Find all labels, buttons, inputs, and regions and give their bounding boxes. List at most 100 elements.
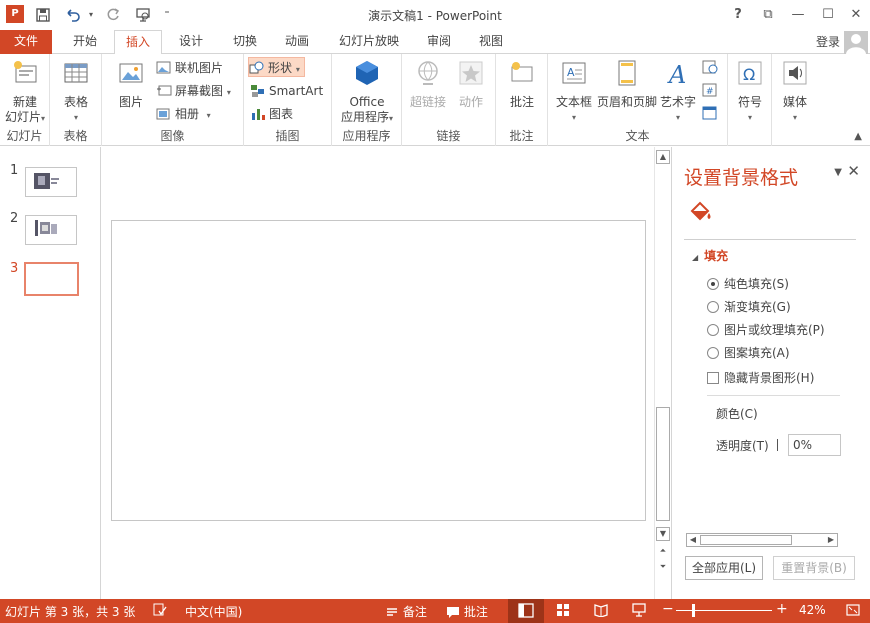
normal-view-icon <box>518 603 534 618</box>
scroll-right-button[interactable]: ▶ <box>825 534 837 546</box>
group-label-comments: 批注 <box>509 129 534 143</box>
collapse-ribbon-icon[interactable]: ▲ <box>854 131 862 142</box>
sign-in-link[interactable]: 登录 <box>816 33 840 50</box>
comment-button[interactable]: 批注 <box>502 58 542 110</box>
pattern-fill-radio[interactable]: 图案填充(A) <box>707 344 790 362</box>
language-status[interactable]: 中文(中国) <box>185 603 242 620</box>
wordart-button[interactable]: A 艺术字 ▾ <box>658 58 698 125</box>
reading-view-icon <box>594 604 608 618</box>
solid-fill-radio[interactable]: 纯色填充(S) <box>707 275 789 293</box>
minimize-button[interactable]: — <box>788 5 808 25</box>
online-picture-icon <box>156 61 171 74</box>
picture-fill-radio[interactable]: 图片或纹理填充(P) <box>707 321 825 339</box>
tab-insert[interactable]: 插入 <box>114 30 162 55</box>
table-icon <box>64 63 88 83</box>
zoom-in-button[interactable]: + <box>776 601 788 617</box>
screenshot-button[interactable]: 屏幕截图 ▾ <box>156 81 231 101</box>
fill-section-header[interactable]: ◢ 填充 <box>692 247 728 264</box>
group-apps: Office 应用程序▾ 应用程序 <box>332 54 402 146</box>
close-button[interactable]: ✕ <box>846 5 866 25</box>
transparency-input[interactable]: 0% <box>788 434 841 456</box>
radio <box>707 301 719 313</box>
maximize-button[interactable]: ☐ <box>818 5 838 25</box>
wordart-icon: A <box>667 61 686 89</box>
hyperlink-icon <box>418 61 438 85</box>
media-button[interactable]: 媒体 ▾ <box>776 58 814 125</box>
new-slide-button[interactable]: 新建 幻灯片▾ <box>2 58 48 126</box>
picture-icon <box>119 63 143 83</box>
hide-background-graphics-checkbox[interactable]: 隐藏背景图形(H) <box>707 369 814 387</box>
zoom-slider[interactable] <box>676 610 772 611</box>
reading-view-button[interactable] <box>594 603 608 618</box>
scrollbar-thumb[interactable] <box>656 407 670 521</box>
tab-slideshow[interactable]: 幻灯片放映 <box>332 30 406 54</box>
slide-thumbnail-2[interactable] <box>25 215 77 245</box>
slide-sorter-view-button[interactable] <box>556 603 570 617</box>
slide-canvas[interactable] <box>111 220 646 521</box>
textbox-icon: A <box>562 62 586 84</box>
chart-icon <box>252 109 265 120</box>
tab-view[interactable]: 视图 <box>468 30 514 54</box>
zoom-out-button[interactable]: − <box>662 601 674 617</box>
slideshow-view-button[interactable] <box>632 603 646 617</box>
tab-transitions[interactable]: 切换 <box>222 30 268 54</box>
tab-file[interactable]: 文件 <box>0 30 52 54</box>
scroll-up-button[interactable]: ▲ <box>656 150 670 164</box>
vertical-scrollbar[interactable]: ▲ ▼ ⏶ ⏷ <box>654 147 670 599</box>
next-slide-button[interactable]: ⏷ <box>656 561 670 575</box>
avatar[interactable] <box>844 31 868 54</box>
office-apps-icon <box>356 61 378 85</box>
slide-editing-area <box>102 147 654 599</box>
picture-button[interactable]: 图片 <box>114 58 148 110</box>
panel-options-dropdown-icon[interactable]: ▼ <box>834 167 842 178</box>
notes-button[interactable]: 备注 <box>385 603 427 620</box>
ribbon-display-options-button[interactable]: ⧉ <box>758 5 778 25</box>
previous-slide-button[interactable]: ⏶ <box>656 545 670 559</box>
slide-count-status[interactable]: 幻灯片 第 3 张，共 3 张 <box>5 603 135 620</box>
object-button[interactable] <box>702 103 721 123</box>
office-apps-button[interactable]: Office 应用程序▾ <box>336 58 398 126</box>
scrollbar-thumb[interactable] <box>700 535 792 545</box>
panel-close-icon[interactable]: ✕ <box>847 162 860 180</box>
normal-view-button[interactable] <box>508 599 544 623</box>
chart-button[interactable]: 图表 <box>250 104 293 124</box>
header-footer-button[interactable]: 页眉和页脚 <box>596 58 658 110</box>
smartart-button[interactable]: SmartArt <box>250 81 323 101</box>
online-picture-button[interactable]: 联机图片 <box>156 58 223 78</box>
tab-design[interactable]: 设计 <box>168 30 214 54</box>
reset-background-button[interactable]: 重置背景(B) <box>773 556 855 580</box>
shapes-button[interactable]: 形状 ▾ <box>248 57 305 77</box>
help-button[interactable]: ? <box>728 5 748 25</box>
symbol-button[interactable]: Ω 符号 ▾ <box>732 58 768 125</box>
zoom-slider-knob[interactable] <box>692 604 695 617</box>
slide-number-icon: # <box>702 83 717 97</box>
slide-thumbnail-3[interactable] <box>24 262 79 296</box>
svg-text:A: A <box>567 66 575 79</box>
textbox-button[interactable]: A 文本框 ▾ <box>552 58 596 125</box>
scroll-down-button[interactable]: ▼ <box>656 527 670 541</box>
fit-slide-button[interactable] <box>845 603 861 617</box>
photo-album-button[interactable]: 相册 ▾ <box>156 104 211 124</box>
comments-button[interactable]: 批注 <box>446 603 488 620</box>
slide-number-button[interactable]: # <box>702 80 721 100</box>
date-time-button[interactable] <box>702 57 721 77</box>
transparency-slider[interactable] <box>777 439 778 451</box>
checkbox <box>707 372 719 384</box>
scroll-left-button[interactable]: ◀ <box>687 534 699 546</box>
table-button[interactable]: 表格 ▾ <box>56 58 96 125</box>
notes-icon <box>387 608 397 616</box>
gradient-fill-radio[interactable]: 渐变填充(G) <box>707 298 791 316</box>
fill-bucket-icon[interactable] <box>688 199 714 225</box>
group-media: 媒体 ▾ <box>772 54 818 146</box>
hyperlink-button[interactable]: 超链接 <box>408 58 448 110</box>
apply-to-all-button[interactable]: 全部应用(L) <box>685 556 763 580</box>
spell-check-icon[interactable] <box>153 603 167 617</box>
zoom-level[interactable]: 42% <box>799 603 826 617</box>
color-label: 颜色(C) <box>716 407 758 421</box>
panel-horizontal-scrollbar[interactable]: ◀ ▶ <box>686 533 838 547</box>
tab-animations[interactable]: 动画 <box>274 30 320 54</box>
action-button[interactable]: 动作 <box>452 58 490 110</box>
tab-home[interactable]: 开始 <box>62 30 108 54</box>
tab-review[interactable]: 审阅 <box>416 30 462 54</box>
slide-thumbnail-1[interactable] <box>25 167 77 197</box>
